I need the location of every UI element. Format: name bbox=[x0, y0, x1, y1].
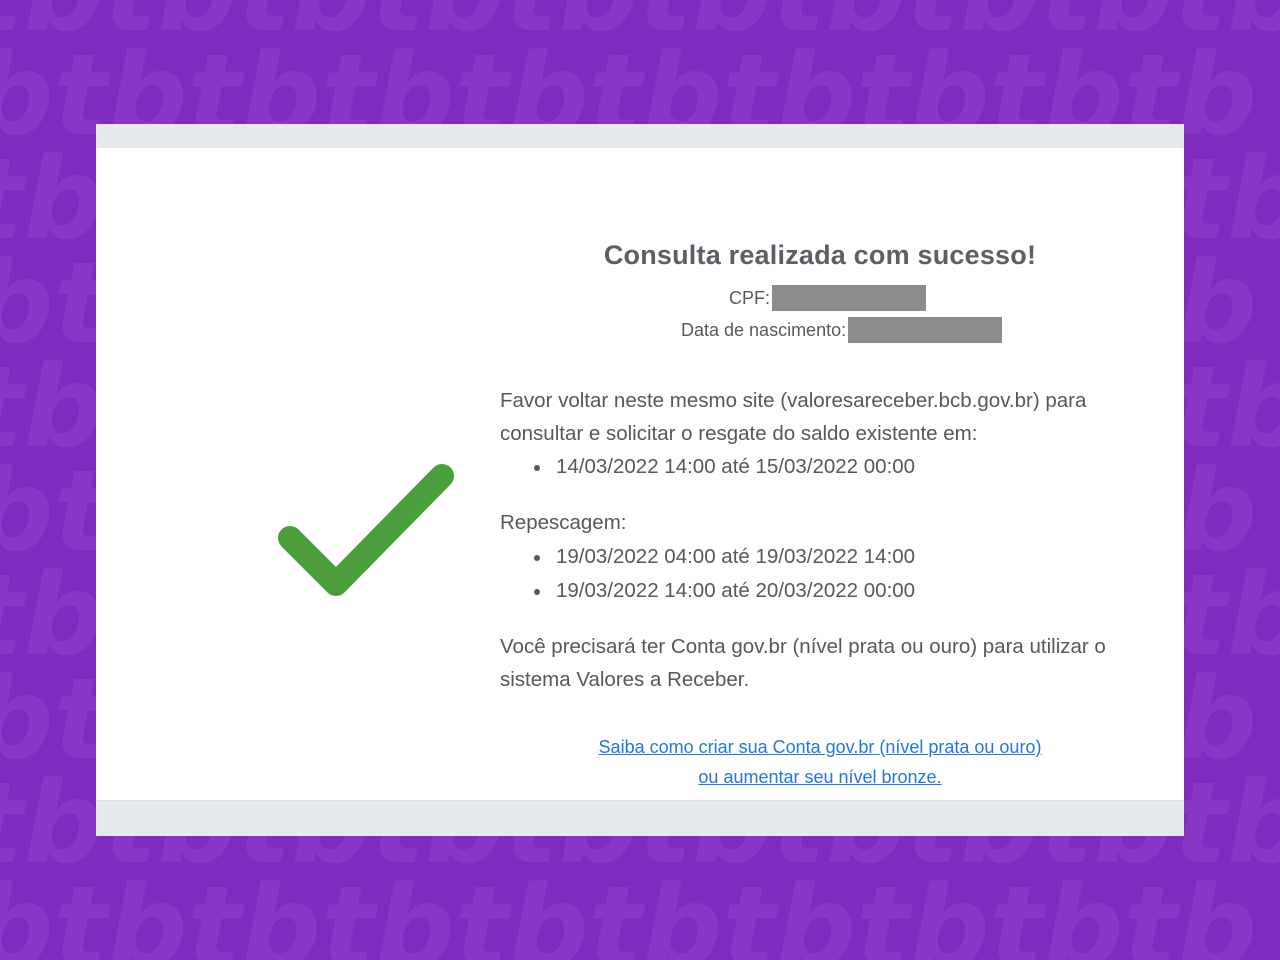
screenshot-frame: Consulta realizada com sucesso! CPF: Dat… bbox=[96, 124, 1184, 836]
cpf-row: CPF: bbox=[729, 285, 927, 311]
period-text: 19/03/2022 14:00 até 20/03/2022 00:00 bbox=[556, 579, 916, 602]
create-account-link[interactable]: Saiba como criar sua Conta gov.br (nível… bbox=[599, 737, 1042, 757]
help-links: Saiba como criar sua Conta gov.br (nível… bbox=[500, 732, 1140, 792]
bullet-icon bbox=[534, 589, 540, 595]
check-icon bbox=[278, 464, 454, 596]
cpf-redacted-value bbox=[772, 285, 927, 311]
pattern-row: tbtbtbtbtbtbtbtbtbtb bbox=[0, 863, 1257, 960]
account-requirement-paragraph: Você precisará ter Conta gov.br (nível p… bbox=[500, 635, 1106, 691]
birthdate-label: Data de nascimento: bbox=[681, 319, 847, 340]
period-item: 19/03/2022 04:00 até 19/03/2022 14:00 bbox=[500, 540, 915, 574]
page-title: Consulta realizada com sucesso! bbox=[603, 240, 1037, 270]
bullet-icon bbox=[534, 465, 540, 471]
period-list: 14/03/2022 14:00 até 15/03/2022 00:00 bbox=[500, 450, 915, 484]
period-text: 19/03/2022 04:00 até 19/03/2022 14:00 bbox=[556, 545, 916, 568]
birthdate-redacted-value bbox=[848, 317, 1003, 343]
repescagem-list: 19/03/2022 04:00 até 19/03/2022 14:00 19… bbox=[500, 540, 915, 608]
bullet-icon bbox=[534, 555, 540, 561]
instructions-paragraph: Favor voltar neste mesmo site (valoresar… bbox=[500, 389, 1087, 445]
period-item: 19/03/2022 14:00 até 20/03/2022 00:00 bbox=[500, 574, 915, 608]
raise-level-link[interactable]: ou aumentar seu nível bronze. bbox=[698, 767, 941, 787]
birthdate-row: Data de nascimento: bbox=[681, 317, 1003, 343]
repescagem-label: Repescagem: bbox=[500, 511, 627, 534]
period-text: 14/03/2022 14:00 até 15/03/2022 00:00 bbox=[556, 455, 916, 478]
result-card: Consulta realizada com sucesso! CPF: Dat… bbox=[96, 148, 1184, 800]
period-item: 14/03/2022 14:00 até 15/03/2022 00:00 bbox=[500, 450, 915, 484]
cpf-label: CPF: bbox=[729, 287, 771, 308]
